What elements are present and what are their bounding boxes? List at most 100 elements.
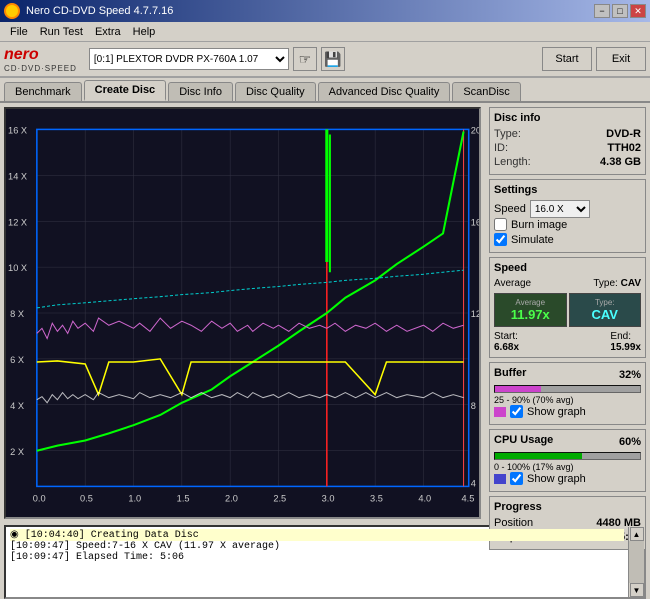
svg-text:16: 16 — [471, 217, 479, 227]
save-icon[interactable]: 💾 — [321, 47, 345, 71]
tab-scandisc[interactable]: ScanDisc — [452, 82, 520, 101]
progress-title: Progress — [494, 501, 641, 513]
tab-create-disc[interactable]: Create Disc — [84, 80, 167, 101]
close-button[interactable]: ✕ — [630, 4, 646, 18]
speed-label: Speed — [494, 203, 526, 215]
disc-info-title: Disc info — [494, 112, 641, 124]
start-button[interactable]: Start — [542, 47, 592, 71]
simulate-row: Simulate — [494, 233, 641, 246]
svg-text:12 X: 12 X — [8, 217, 27, 227]
svg-text:0.0: 0.0 — [33, 494, 46, 504]
disc-info-section: Disc info Type: DVD-R ID: TTH02 Length: … — [489, 107, 646, 175]
disc-length-row: Length: 4.38 GB — [494, 156, 641, 168]
speed-chart: 16 X 14 X 12 X 10 X 8 X 6 X 4 X 2 X 20 1… — [6, 109, 479, 517]
speed-section: Speed Average Type: CAV Average 11.97x T… — [489, 257, 646, 358]
type-value: DVD-R — [606, 128, 641, 140]
svg-text:14 X: 14 X — [8, 171, 27, 181]
log-line-0: ◉ [10:04:40] Creating Data Disc — [10, 529, 624, 541]
cpu-range: 0 - 100% (17% avg) — [494, 462, 641, 472]
cpu-bar-fill — [495, 453, 582, 459]
buffer-title: Buffer — [494, 367, 526, 379]
svg-text:8: 8 — [471, 401, 476, 411]
menu-bar: File Run Test Extra Help — [0, 22, 650, 42]
buffer-show-graph-label: Show graph — [527, 406, 586, 418]
start-speed: Start: 6.68x — [494, 331, 519, 353]
length-label: Length: — [494, 156, 531, 168]
speed-select[interactable]: 16.0 X — [530, 200, 590, 218]
buffer-show-graph-checkbox[interactable] — [510, 405, 523, 418]
simulate-label: Simulate — [511, 234, 554, 246]
svg-text:3.0: 3.0 — [322, 494, 335, 504]
svg-text:2.0: 2.0 — [225, 494, 238, 504]
settings-title: Settings — [494, 184, 641, 196]
cpu-bar — [494, 452, 641, 460]
svg-text:1.0: 1.0 — [128, 494, 141, 504]
hand-icon[interactable]: ☞ — [293, 47, 317, 71]
svg-text:1.5: 1.5 — [177, 494, 190, 504]
window-title: Nero CD-DVD Speed 4.7.7.16 — [26, 5, 173, 17]
svg-text:0.5: 0.5 — [80, 494, 93, 504]
cpu-show-graph-row: Show graph — [494, 472, 641, 485]
menu-extra[interactable]: Extra — [89, 24, 127, 40]
svg-text:6 X: 6 X — [10, 355, 24, 365]
cpu-value: 60% — [619, 436, 641, 448]
disc-id-row: ID: TTH02 — [494, 142, 641, 154]
log-scrollbar: ▲ ▼ — [628, 527, 644, 597]
svg-text:10 X: 10 X — [8, 263, 27, 273]
svg-text:2.5: 2.5 — [273, 494, 286, 504]
window-controls: − □ ✕ — [594, 4, 646, 18]
chart-area: 16 X 14 X 12 X 10 X 8 X 6 X 4 X 2 X 20 1… — [4, 107, 481, 519]
main-content: 16 X 14 X 12 X 10 X 8 X 6 X 4 X 2 X 20 1… — [0, 103, 650, 523]
svg-text:8 X: 8 X — [10, 309, 24, 319]
settings-section: Settings Speed 16.0 X Burn image Simulat… — [489, 179, 646, 253]
log-content: ◉ [10:04:40] Creating Data Disc [10:09:4… — [6, 527, 628, 597]
svg-text:16 X: 16 X — [8, 126, 27, 136]
burn-image-label: Burn image — [511, 219, 567, 231]
end-speed: End: 15.99x — [610, 331, 641, 353]
drive-selector[interactable]: [0:1] PLEXTOR DVDR PX-760A 1.07 — [89, 48, 289, 70]
simulate-checkbox[interactable] — [494, 233, 507, 246]
svg-text:2 X: 2 X — [10, 447, 24, 457]
minimize-button[interactable]: − — [594, 4, 610, 18]
maximize-button[interactable]: □ — [612, 4, 628, 18]
svg-text:4 X: 4 X — [10, 401, 24, 411]
cpu-section: CPU Usage 60% 0 - 100% (17% avg) Show gr… — [489, 429, 646, 492]
buffer-show-graph-row: Show graph — [494, 405, 641, 418]
svg-text:4: 4 — [471, 478, 476, 488]
logo: nero CD·DVD·SPEED — [4, 46, 77, 73]
tab-benchmark[interactable]: Benchmark — [4, 82, 82, 101]
right-panel: Disc info Type: DVD-R ID: TTH02 Length: … — [485, 103, 650, 523]
tab-disc-info[interactable]: Disc Info — [168, 82, 233, 101]
id-value: TTH02 — [607, 142, 641, 154]
log-line-2: [10:09:47] Elapsed Time: 5:06 — [10, 552, 624, 563]
speed-title: Speed — [494, 262, 641, 274]
log-line-1: [10:09:47] Speed:7-16 X CAV (11.97 X ave… — [10, 541, 624, 552]
buffer-bar — [494, 385, 641, 393]
menu-runtest[interactable]: Run Test — [34, 24, 89, 40]
burn-image-row: Burn image — [494, 218, 641, 231]
cpu-show-graph-checkbox[interactable] — [510, 472, 523, 485]
scroll-thumb[interactable] — [629, 541, 644, 583]
menu-help[interactable]: Help — [127, 24, 162, 40]
burn-image-checkbox[interactable] — [494, 218, 507, 231]
scroll-down-button[interactable]: ▼ — [630, 583, 644, 597]
svg-text:3.5: 3.5 — [370, 494, 383, 504]
average-label: Average — [494, 278, 531, 289]
buffer-range: 25 - 90% (70% avg) — [494, 395, 641, 405]
tab-disc-quality[interactable]: Disc Quality — [235, 82, 316, 101]
logo-subtitle: CD·DVD·SPEED — [4, 64, 77, 73]
disc-type-row: Type: DVD-R — [494, 128, 641, 140]
title-bar: Nero CD-DVD Speed 4.7.7.16 − □ ✕ — [0, 0, 650, 22]
svg-text:4.0: 4.0 — [418, 494, 431, 504]
type-label: Type: CAV — [593, 278, 641, 289]
speed-row: Speed 16.0 X — [494, 200, 641, 218]
tab-advanced-disc-quality[interactable]: Advanced Disc Quality — [318, 82, 451, 101]
buffer-bar-fill — [495, 386, 541, 392]
tab-bar: Benchmark Create Disc Disc Info Disc Qua… — [0, 78, 650, 103]
menu-file[interactable]: File — [4, 24, 34, 40]
app-icon — [4, 3, 20, 19]
svg-text:20: 20 — [471, 126, 479, 136]
buffer-section: Buffer 32% 25 - 90% (70% avg) Show graph — [489, 362, 646, 425]
exit-button[interactable]: Exit — [596, 47, 646, 71]
logo-nero: nero — [4, 46, 77, 64]
